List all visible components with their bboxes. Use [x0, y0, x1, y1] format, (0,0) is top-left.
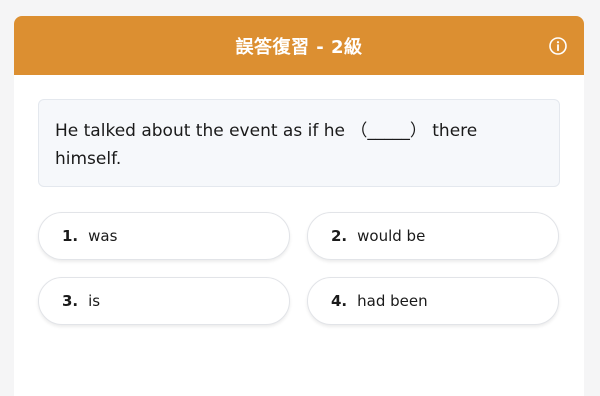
quiz-header: 誤答復習 - 2級: [14, 16, 584, 75]
option-number: 4.: [331, 292, 348, 310]
option-label: had been: [357, 292, 428, 310]
page-title: 誤答復習 - 2級: [235, 36, 363, 58]
option-label: was: [88, 227, 118, 245]
quiz-card: 誤答復習 - 2級 He talked about the event as i…: [14, 16, 584, 396]
option-number: 3.: [62, 292, 79, 310]
info-icon[interactable]: [548, 36, 568, 56]
option-4-button[interactable]: 4. had been: [307, 277, 559, 325]
option-1-button[interactable]: 1. was: [38, 212, 290, 260]
option-number: 2.: [331, 227, 348, 245]
option-2-button[interactable]: 2. would be: [307, 212, 559, 260]
question-text: He talked about the event as if he （____…: [38, 99, 560, 187]
option-label: is: [88, 292, 101, 310]
option-label: would be: [357, 227, 426, 245]
option-3-button[interactable]: 3. is: [38, 277, 290, 325]
option-number: 1.: [62, 227, 79, 245]
